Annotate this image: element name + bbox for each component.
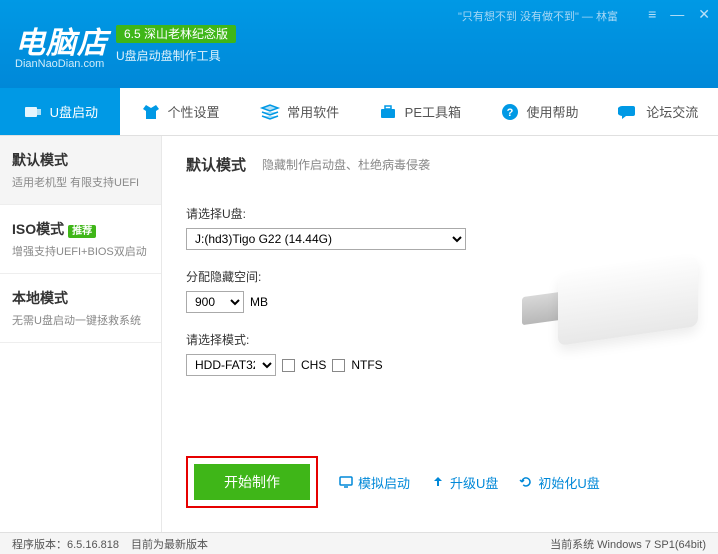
chs-label: CHS (301, 358, 326, 372)
toolbox-icon (377, 101, 399, 123)
nav-forum[interactable]: 论坛交流 (598, 88, 718, 135)
status-bar: 程序版本：6.5.16.818 目前为最新版本 当前系统 Windows 7 S… (0, 532, 718, 554)
nav-label: PE工具箱 (405, 102, 461, 121)
monitor-icon (338, 474, 354, 490)
upload-icon (430, 474, 446, 490)
action-bar: 开始制作 模拟启动 升级U盘 初始化U盘 (186, 456, 694, 508)
sidebar-item-desc: 无需U盘启动一键拯救系统 (12, 312, 149, 328)
nav-pe-toolbox[interactable]: PE工具箱 (359, 88, 479, 135)
usb-illustration (518, 256, 698, 376)
usb-icon (22, 101, 44, 123)
help-icon: ? (499, 101, 521, 123)
nav-software[interactable]: 常用软件 (239, 88, 359, 135)
nav-label: 个性设置 (168, 102, 220, 121)
space-unit: MB (250, 295, 268, 309)
space-select[interactable]: 900 (186, 291, 244, 313)
window-controls: ≡ — ✕ (648, 6, 710, 23)
mode-sidebar: 默认模式 适用老机型 有限支持UEFI ISO模式推荐 增强支持UEFI+BIO… (0, 136, 162, 532)
sidebar-item-desc: 适用老机型 有限支持UEFI (12, 174, 149, 190)
sidebar-item-desc: 增强支持UEFI+BIOS双启动 (12, 243, 149, 259)
usb-select-label: 请选择U盘: (186, 205, 694, 222)
mode-select[interactable]: HDD-FAT32 (186, 354, 276, 376)
minimize-icon[interactable]: — (670, 6, 684, 23)
version-label: 程序版本：6.5.16.818 (12, 536, 119, 552)
highlight-box: 开始制作 (186, 456, 318, 508)
sidebar-item-title: 默认模式 (12, 150, 149, 170)
chs-checkbox[interactable] (282, 359, 295, 372)
version-badge: 6.5 深山老林纪念版 (116, 25, 236, 43)
chat-icon (618, 101, 640, 123)
nav-label: U盘启动 (50, 102, 98, 121)
ntfs-label: NTFS (351, 358, 382, 372)
upgrade-button[interactable]: 升级U盘 (430, 473, 498, 492)
sidebar-item-title: 本地模式 (12, 288, 149, 308)
nav-usb-boot[interactable]: U盘启动 (0, 88, 120, 135)
logo-subtext: DianNaoDian.com (15, 58, 108, 70)
panel-subtitle: 隐藏制作启动盘、杜绝病毒侵袭 (262, 156, 430, 173)
nav-personalize[interactable]: 个性设置 (120, 88, 240, 135)
system-info: 当前系统 Windows 7 SP1(64bit) (550, 536, 706, 552)
menu-icon[interactable]: ≡ (648, 6, 656, 23)
app-subtitle: U盘启动盘制作工具 (116, 47, 236, 64)
sidebar-item-default[interactable]: 默认模式 适用老机型 有限支持UEFI (0, 136, 161, 205)
refresh-icon (518, 474, 534, 490)
init-button[interactable]: 初始化U盘 (518, 473, 599, 492)
sidebar-item-local[interactable]: 本地模式 无需U盘启动一键拯救系统 (0, 274, 161, 343)
recommended-badge: 推荐 (68, 225, 96, 238)
stack-icon (259, 101, 281, 123)
main-nav: U盘启动 个性设置 常用软件 PE工具箱 ? 使用帮助 论坛交流 (0, 88, 718, 136)
sidebar-item-iso[interactable]: ISO模式推荐 增强支持UEFI+BIOS双启动 (0, 205, 161, 274)
svg-text:?: ? (506, 107, 513, 119)
close-icon[interactable]: ✕ (698, 6, 710, 23)
nav-label: 使用帮助 (527, 102, 579, 121)
title-bar: "只有想不到 没有做不到" — 林富 ≡ — ✕ 电脑店 DianNaoDian… (0, 0, 718, 88)
logo-text: 电脑店 (15, 18, 108, 62)
nav-label: 论坛交流 (646, 102, 698, 121)
sidebar-item-title: ISO模式推荐 (12, 219, 149, 239)
nav-help[interactable]: ? 使用帮助 (479, 88, 599, 135)
slogan-text: "只有想不到 没有做不到" — 林富 (458, 8, 618, 24)
simulate-button[interactable]: 模拟启动 (338, 473, 410, 492)
panel-title: 默认模式 (186, 154, 246, 175)
main-panel: 默认模式 隐藏制作启动盘、杜绝病毒侵袭 请选择U盘: J:(hd3)Tigo G… (162, 136, 718, 532)
ntfs-checkbox[interactable] (332, 359, 345, 372)
usb-select[interactable]: J:(hd3)Tigo G22 (14.44G) (186, 228, 466, 250)
nav-label: 常用软件 (287, 102, 339, 121)
shirt-icon (140, 101, 162, 123)
latest-label: 目前为最新版本 (131, 536, 208, 552)
start-button[interactable]: 开始制作 (194, 464, 310, 500)
